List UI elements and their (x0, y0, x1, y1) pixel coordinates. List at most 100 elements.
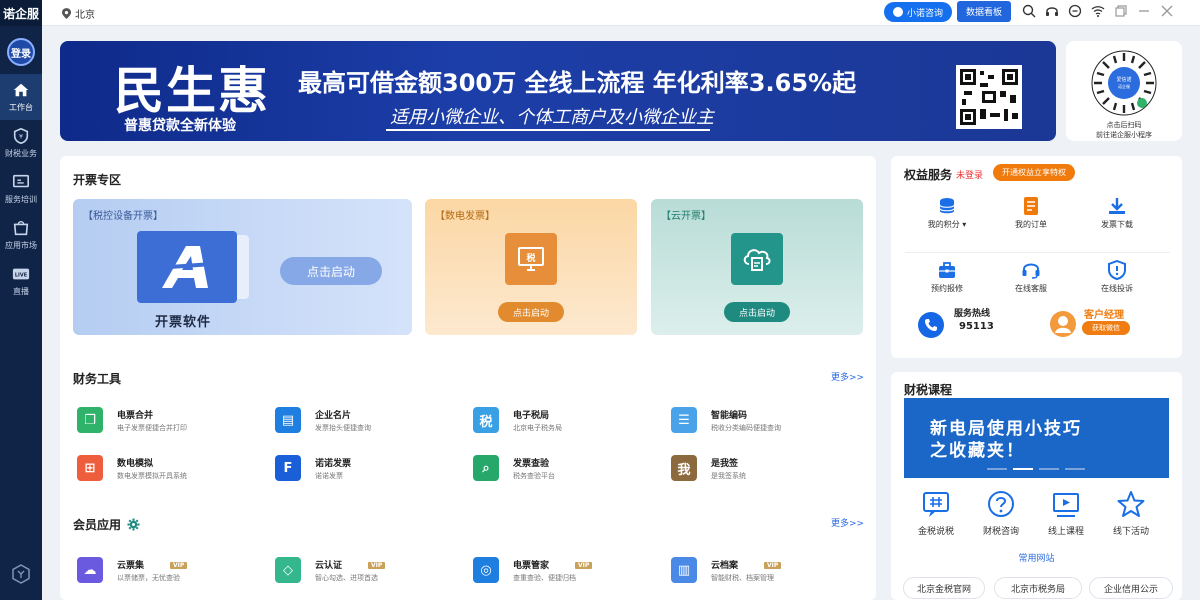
login-button[interactable]: 登录 (7, 38, 35, 66)
hexagon-logo-icon[interactable] (11, 564, 31, 584)
finance-tools-more-link[interactable]: 更多>> (831, 370, 864, 383)
carousel-dot[interactable] (1065, 468, 1085, 470)
site-link[interactable]: 企业信用公示 (1089, 577, 1173, 599)
cloud-certify-icon: ◇ (275, 557, 301, 583)
benefit-label: 在线投诉 (1101, 284, 1133, 293)
points-coin-icon (939, 198, 955, 214)
tool-name: 电票合并 (117, 410, 154, 421)
digital-invoice-card[interactable]: 【数电发票】 税 点击启动 (425, 199, 637, 335)
tool-name: 发票查验 (513, 458, 550, 469)
benefit-complaint[interactable]: 在线投诉 (1077, 260, 1157, 294)
business-card-icon: ▤ (275, 407, 301, 433)
divider (905, 252, 1170, 253)
benefit-repair[interactable]: 预约报修 (907, 260, 987, 294)
wifi-icon[interactable] (1091, 4, 1105, 18)
close-icon[interactable] (1160, 4, 1174, 18)
location-selector[interactable]: 北京 (62, 6, 95, 21)
course-offline[interactable]: 线下活动 (1096, 490, 1166, 537)
get-wechat-button[interactable]: 获取微信 (1082, 321, 1130, 335)
app-item[interactable]: ▥ 云档案 VIP 智能财税、档案管理 (671, 554, 861, 586)
sidebar-item-tax[interactable]: ¥ 财税业务 (0, 120, 42, 166)
vip-badge: VIP (764, 561, 782, 569)
activate-benefits-button[interactable]: 开通权益立享特权 (993, 164, 1075, 181)
e-tax-bureau-icon: 税 (473, 407, 499, 433)
minimize-icon[interactable] (1137, 4, 1151, 18)
app-item[interactable]: ☁ 云票集 VIP 以票储票，无忧查验 (77, 554, 267, 586)
consult-button[interactable]: 小诺咨询 (884, 2, 952, 22)
benefit-online-service[interactable]: 在线客服 (991, 260, 1071, 294)
home-icon (13, 83, 29, 97)
app-item[interactable]: ◎ 电票管家 VIP 查重查验、便捷归档 (473, 554, 663, 586)
sidebar-item-label: 财税业务 (5, 149, 37, 158)
mini-program-card[interactable]: 爱信诺 诺企服 点击后扫码 前往诺企服小程序 (1066, 41, 1182, 141)
loan-banner[interactable]: 民生惠 普惠贷款全新体验 最高可借金额300万 全线上流程 年化利率3.65%起… (60, 41, 1056, 141)
hotline-label: 服务热线 (954, 309, 991, 319)
data-board-button[interactable]: 数据看板 (957, 1, 1011, 22)
headset-icon[interactable] (1045, 4, 1059, 18)
tool-item[interactable]: ❐ 电票合并 电子发票便捷合并打印 (77, 404, 267, 436)
app-item[interactable]: ◇ 云认证 VIP 智心勾选、进项首选 (275, 554, 465, 586)
tool-item[interactable]: ☰ 智能编码 税收分类编码便捷查询 (671, 404, 861, 436)
course-banner[interactable]: 新电局使用小技巧 之收藏夹！ (904, 398, 1169, 478)
launch-digital-invoice-button[interactable]: 点击启动 (498, 302, 564, 322)
carousel-dot[interactable] (987, 468, 1007, 470)
sidebar-item-workbench[interactable]: 工作台 (0, 74, 42, 120)
tool-name: 诺诺发票 (315, 458, 352, 469)
app-name: 云档案 (711, 560, 739, 571)
complaint-shield-icon (1108, 260, 1126, 280)
banner-headline: 最高可借金额300万 全线上流程 年化利率3.65%起 (298, 69, 857, 97)
headset-service-icon (1022, 263, 1040, 279)
vip-badge: VIP (575, 561, 593, 569)
search-icon[interactable] (1022, 4, 1036, 18)
tool-name: 智能编码 (711, 410, 748, 421)
carousel-dot[interactable] (1039, 468, 1059, 470)
cloud-invoice-card[interactable]: 【云开票】 点击启动 (651, 199, 863, 335)
restore-window-icon[interactable] (1114, 4, 1128, 18)
course-label: 财税咨询 (982, 527, 1019, 537)
tool-item[interactable]: 我 是我签 是我签系统 (671, 452, 861, 484)
digital-simulation-icon: ⊞ (77, 455, 103, 481)
sidebar-item-store[interactable]: 应用市场 (0, 212, 42, 258)
benefit-orders[interactable]: 我的订单 (991, 196, 1071, 230)
tax-device-invoice-card[interactable]: 【税控设备开票】 开票软件 点击启动 (73, 199, 412, 335)
nuonuo-invoice-icon: F (275, 455, 301, 481)
minus-circle-icon[interactable] (1068, 4, 1082, 18)
benefits-panel: 权益服务 未登录 开通权益立享特权 我的积分 ▾ 我的订单 发票下载 预约报修 … (891, 156, 1182, 358)
location-label: 北京 (75, 10, 95, 21)
sidebar-item-training[interactable]: 服务培训 (0, 166, 42, 212)
benefit-points[interactable]: 我的积分 ▾ (907, 196, 987, 230)
tool-desc: 发票抬头便捷查询 (315, 423, 371, 432)
site-link[interactable]: 北京市税务局 (994, 577, 1082, 599)
sidebar-item-live[interactable]: LIVE 直播 (0, 258, 42, 304)
invoice-software-logo-icon (137, 231, 237, 303)
tool-name: 数电模拟 (117, 458, 154, 469)
top-bar: 北京 小诺咨询 数据看板 (42, 0, 1200, 26)
gear-icon[interactable] (127, 518, 140, 531)
course-tax-talk[interactable]: 金税说税 (901, 490, 971, 537)
site-link[interactable]: 北京金税官网 (903, 577, 985, 599)
tool-item[interactable]: ⊞ 数电模拟 数电发票模拟开具系统 (77, 452, 267, 484)
tool-name: 企业名片 (315, 410, 352, 421)
hotline-number[interactable]: 95113 (959, 321, 994, 332)
course-tax-consult[interactable]: 财税咨询 (966, 490, 1036, 537)
common-sites-title: 常用网站 (1018, 554, 1055, 564)
launch-cloud-invoice-button[interactable]: 点击启动 (724, 302, 790, 322)
tool-item[interactable]: ⌕ 发票查验 税务查验平台 (473, 452, 663, 484)
consult-button-label: 小诺咨询 (906, 8, 943, 19)
tool-name: 电子税局 (513, 410, 550, 421)
main-panel: 开票专区 【税控设备开票】 开票软件 点击启动 【数电发票】 税 点击启动 【云… (60, 156, 876, 600)
tool-item[interactable]: ▤ 企业名片发票抬头便捷查询 (275, 404, 465, 436)
launch-invoice-software-button[interactable]: 点击启动 (280, 257, 382, 285)
course-label: 金税说税 (917, 527, 954, 537)
benefit-label: 我的积分 ▾ (927, 220, 967, 229)
carousel-dot[interactable] (1013, 468, 1033, 470)
mini-program-line1: 点击后扫码 (1106, 121, 1142, 129)
course-online[interactable]: 线上课程 (1031, 490, 1101, 537)
benefit-download[interactable]: 发票下载 (1077, 196, 1157, 230)
star-activity-icon (1117, 491, 1145, 517)
tool-item[interactable]: F 诺诺发票 诺诺发票 (275, 452, 465, 484)
tool-item[interactable]: 税 电子税局 北京电子税务局 (473, 404, 663, 436)
banner-qr-code (956, 65, 1022, 129)
member-apps-more-link[interactable]: 更多>> (831, 516, 864, 529)
card-tag: 【数电发票】 (435, 211, 495, 222)
